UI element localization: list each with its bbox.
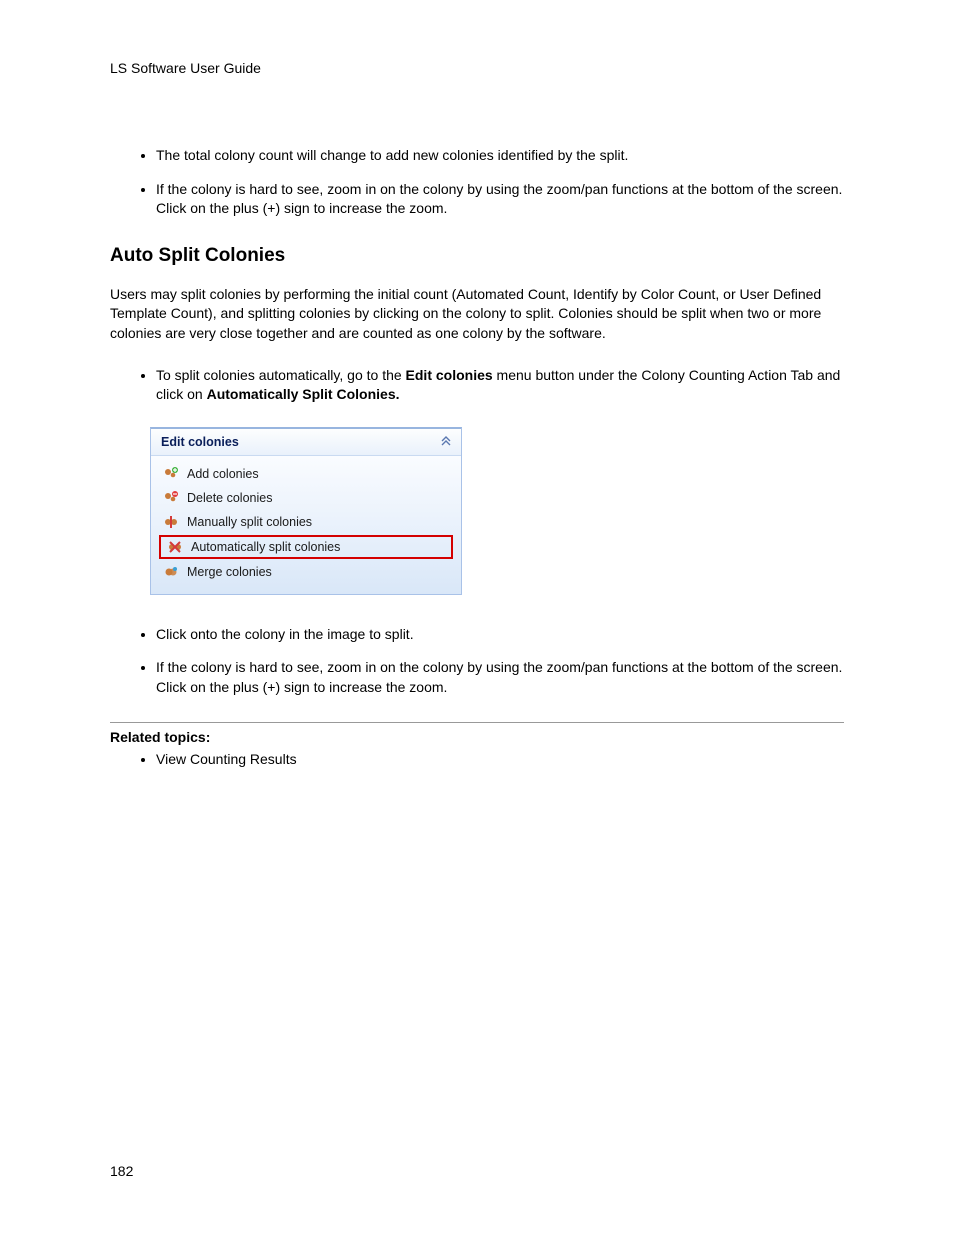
doc-header: LS Software User Guide: [110, 60, 844, 76]
menu-item-manual-split[interactable]: Manually split colonies: [155, 510, 457, 534]
menu-item-auto-split[interactable]: Automatically split colonies: [159, 535, 453, 559]
menu-item-label: Delete colonies: [187, 491, 272, 505]
manual-split-icon: [163, 514, 179, 530]
bullet-item: To split colonies automatically, go to t…: [156, 366, 844, 405]
panel-header[interactable]: Edit colonies: [151, 429, 461, 456]
menu-item-label: Manually split colonies: [187, 515, 312, 529]
auto-split-icon: [167, 539, 183, 555]
section-heading: Auto Split Colonies: [110, 245, 844, 267]
after-panel-bullet-list: Click onto the colony in the image to sp…: [110, 625, 844, 698]
top-bullet-list: The total colony count will change to ad…: [110, 146, 844, 219]
text-bold: Automatically Split Colonies.: [207, 386, 400, 402]
bullet-item: The total colony count will change to ad…: [156, 146, 844, 166]
edit-colonies-panel: Edit colonies Add colonies Delete coloni…: [150, 427, 462, 595]
delete-colonies-icon: [163, 490, 179, 506]
page-number: 182: [110, 1163, 133, 1179]
bullet-item: Click onto the colony in the image to sp…: [156, 625, 844, 645]
text-bold: Edit colonies: [406, 367, 493, 383]
menu-item-label: Merge colonies: [187, 565, 272, 579]
text-fragment: To split colonies automatically, go to t…: [156, 367, 406, 383]
menu-item-label: Add colonies: [187, 467, 259, 481]
merge-colonies-icon: [163, 564, 179, 580]
panel-body: Add colonies Delete colonies Manually sp…: [151, 456, 461, 594]
divider: [110, 722, 844, 723]
menu-item-label: Automatically split colonies: [191, 540, 340, 554]
section-paragraph: Users may split colonies by performing t…: [110, 285, 844, 344]
related-topics-list: View Counting Results: [110, 751, 844, 767]
bullet-item: If the colony is hard to see, zoom in on…: [156, 180, 844, 219]
panel-title: Edit colonies: [161, 435, 239, 449]
collapse-icon[interactable]: [441, 436, 451, 448]
menu-item-merge-colonies[interactable]: Merge colonies: [155, 560, 457, 584]
menu-item-add-colonies[interactable]: Add colonies: [155, 462, 457, 486]
bullet-item: If the colony is hard to see, zoom in on…: [156, 658, 844, 697]
related-topic-item[interactable]: View Counting Results: [156, 751, 844, 767]
add-colonies-icon: [163, 466, 179, 482]
step-bullet-list: To split colonies automatically, go to t…: [110, 366, 844, 405]
related-topics-heading: Related topics:: [110, 729, 844, 745]
menu-item-delete-colonies[interactable]: Delete colonies: [155, 486, 457, 510]
